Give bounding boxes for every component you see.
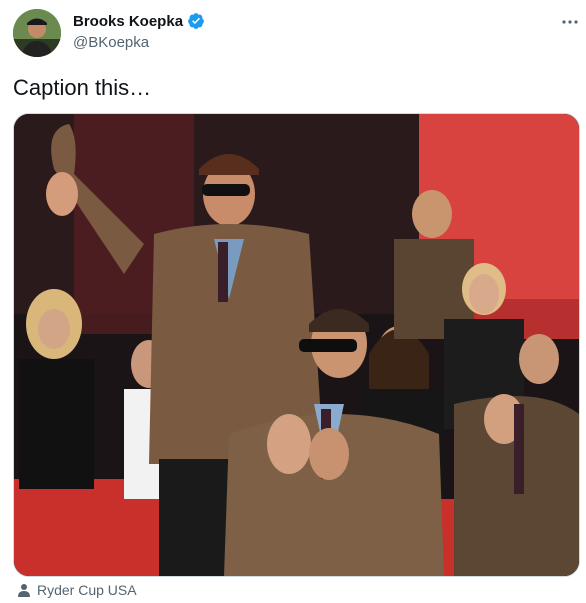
more-options-icon[interactable] xyxy=(560,12,580,32)
person-icon xyxy=(18,584,30,597)
media-attribution[interactable]: Ryder Cup USA xyxy=(17,582,137,598)
tweet-photo[interactable] xyxy=(13,113,580,577)
photo-scene xyxy=(14,114,579,576)
attribution-label[interactable]: Ryder Cup USA xyxy=(37,582,137,598)
author-avatar[interactable] xyxy=(13,9,61,57)
verified-badge-icon xyxy=(188,13,204,29)
tweet-text: Caption this… xyxy=(13,75,152,100)
author-display-name[interactable]: Brooks Koepka xyxy=(73,13,183,30)
author-name-row[interactable]: Brooks Koepka xyxy=(73,12,205,30)
author-handle[interactable]: @BKoepka xyxy=(73,34,149,51)
avatar-photo xyxy=(13,9,61,57)
